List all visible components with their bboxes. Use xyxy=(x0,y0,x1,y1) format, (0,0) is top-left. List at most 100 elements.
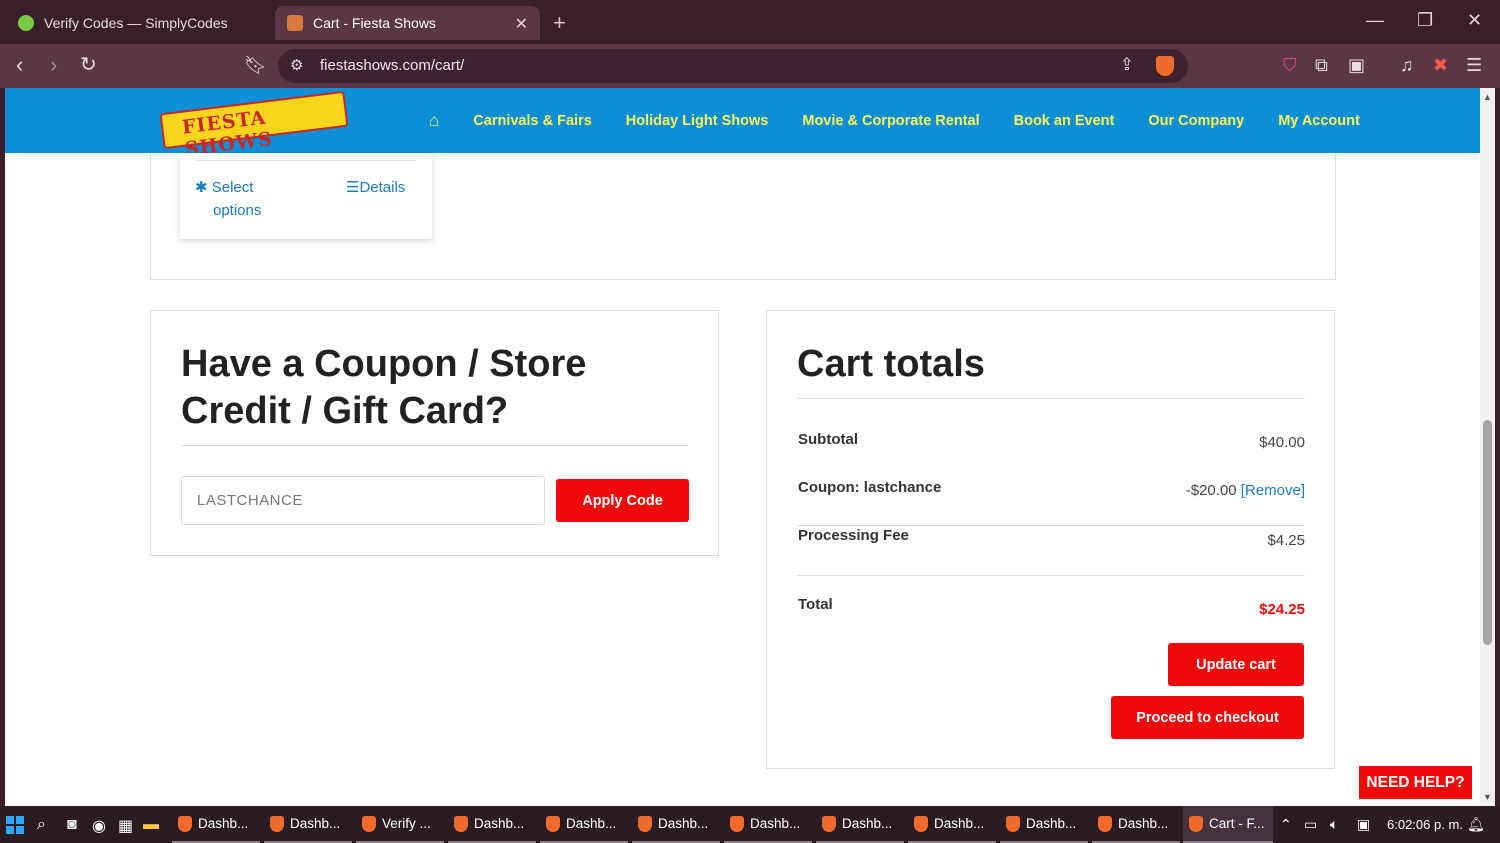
site-settings-icon[interactable]: ⚙ xyxy=(290,56,303,74)
update-cart-button[interactable]: Update cart xyxy=(1168,643,1304,686)
nav-book-an-event[interactable]: Book an Event xyxy=(1014,113,1115,129)
notifications-icon[interactable]: 🔔︎ xyxy=(1467,816,1485,833)
taskbar-item[interactable]: Verify ... xyxy=(356,806,444,843)
browser-toolbar: ‹ › ↻ 🔖︎ ⚙ fiestashows.com/cart/ ⇪ ⛉ ⧉ ▣… xyxy=(0,44,1500,88)
select-label: Select xyxy=(211,179,254,196)
bookmark-icon[interactable]: 🔖︎ xyxy=(244,53,267,77)
gear-icon: ✱ xyxy=(195,179,208,196)
scroll-up-icon[interactable]: ▲ xyxy=(1483,92,1492,102)
taskbar-item[interactable]: Dashb... xyxy=(1092,806,1180,843)
details-label: Details xyxy=(359,179,406,196)
brave-icon xyxy=(638,815,652,832)
nav-carnivals-fairs[interactable]: Carnivals & Fairs xyxy=(473,113,591,129)
tab-cart[interactable]: Cart - Fiesta Shows ✕ xyxy=(275,6,540,40)
forward-icon[interactable]: › xyxy=(50,53,57,77)
taskbar-item-label: Verify ... xyxy=(382,816,431,831)
minimize-icon[interactable]: — xyxy=(1366,10,1384,31)
wallet-icon[interactable]: ▣ xyxy=(1348,55,1365,76)
nav-holiday-light-shows[interactable]: Holiday Light Shows xyxy=(626,113,769,129)
home-icon[interactable]: ⌂ xyxy=(429,111,439,131)
extensions-icon[interactable]: ⧉ xyxy=(1315,55,1328,76)
coupon-discount-value: -$20.00 xyxy=(1185,482,1237,499)
extension-x-icon[interactable]: ✖ xyxy=(1433,55,1448,76)
camera-icon[interactable]: ◙ xyxy=(67,816,77,834)
tab-verify-codes[interactable]: Verify Codes — SimplyCodes xyxy=(8,6,270,40)
reload-icon[interactable]: ↻ xyxy=(80,53,97,77)
nav-movie-corporate-rental[interactable]: Movie & Corporate Rental xyxy=(802,113,979,129)
restore-icon[interactable]: ❐ xyxy=(1417,10,1433,31)
fiesta-shows-logo[interactable]: FIESTA SHOWS xyxy=(153,90,358,160)
total-label: Total xyxy=(798,596,833,613)
coupon-code-input[interactable] xyxy=(181,476,545,525)
brave-icon xyxy=(454,815,468,832)
taskbar-item-label: Dashb... xyxy=(750,816,801,831)
select-options-link[interactable]: ✱ Select xyxy=(195,176,253,199)
taskbar-item[interactable]: Dashb... xyxy=(908,806,996,843)
taskbar-item-active[interactable]: Cart - F... xyxy=(1183,806,1273,843)
nav-my-account[interactable]: My Account xyxy=(1278,113,1360,129)
taskbar-item[interactable]: Dashb... xyxy=(448,806,536,843)
details-link[interactable]: ☰Details xyxy=(346,176,405,199)
brave-icon xyxy=(1098,815,1112,832)
nav-our-company[interactable]: Our Company xyxy=(1148,113,1244,129)
need-help-button[interactable]: NEED HELP? xyxy=(1357,764,1474,801)
display-icon[interactable]: ▣ xyxy=(1357,816,1370,833)
taskbar-item-label: Dashb... xyxy=(842,816,893,831)
subtotal-label: Subtotal xyxy=(798,431,858,448)
tray-chevron-icon[interactable]: ⌃ xyxy=(1280,816,1292,833)
vpn-shield-icon[interactable]: ⛉ xyxy=(1283,55,1297,76)
tab-title: Cart - Fiesta Shows xyxy=(313,15,436,31)
brave-icon xyxy=(1006,815,1020,832)
media-icon[interactable]: ♫ xyxy=(1400,55,1414,76)
menu-icon[interactable]: ☰ xyxy=(1466,55,1482,76)
brave-shields-icon[interactable] xyxy=(1156,56,1174,76)
browser-pin-icon[interactable]: ◉ xyxy=(92,816,106,836)
cart-totals-box: Cart totals Subtotal $40.00 Coupon: last… xyxy=(766,310,1335,769)
calculator-icon[interactable]: ▦ xyxy=(118,816,133,836)
file-explorer-icon[interactable]: ▬ xyxy=(143,816,159,834)
remove-coupon-link[interactable]: [Remove] xyxy=(1241,482,1305,499)
coupon-divider xyxy=(181,445,689,446)
site-header: FIESTA SHOWS ⌂ Carnivals & Fairs Holiday… xyxy=(5,88,1480,160)
brave-icon xyxy=(822,815,836,832)
windows-start-icon[interactable] xyxy=(6,816,24,834)
main-nav: ⌂ Carnivals & Fairs Holiday Light Shows … xyxy=(429,111,1394,131)
taskbar-item-label: Dashb... xyxy=(934,816,985,831)
coupon-label: Coupon: lastchance xyxy=(798,479,942,496)
apply-code-button[interactable]: Apply Code xyxy=(556,479,689,522)
page-scrollbar[interactable]: ▲ ▼ xyxy=(1480,88,1495,806)
new-tab-icon[interactable]: + xyxy=(553,10,566,36)
back-icon[interactable]: ‹ xyxy=(16,53,23,77)
close-window-icon[interactable]: ✕ xyxy=(1467,10,1482,31)
taskbar-item-label: Dashb... xyxy=(566,816,617,831)
taskbar-item[interactable]: Dashb... xyxy=(172,806,260,843)
total-value: $24.25 xyxy=(1259,601,1305,618)
logo-text: FIESTA SHOWS xyxy=(180,106,274,161)
taskbar-item-label: Dashb... xyxy=(658,816,709,831)
network-icon[interactable]: ▭ xyxy=(1304,816,1317,833)
share-icon[interactable]: ⇪ xyxy=(1120,55,1134,75)
taskbar-item[interactable]: Dashb... xyxy=(632,806,720,843)
scroll-thumb[interactable] xyxy=(1483,420,1492,645)
taskbar-item[interactable]: Dashb... xyxy=(540,806,628,843)
coupon-box: Have a Coupon / Store Credit / Gift Card… xyxy=(150,310,719,556)
scroll-down-icon[interactable]: ▼ xyxy=(1483,792,1492,802)
search-icon[interactable]: ⌕ xyxy=(37,816,46,834)
select-options-label-2[interactable]: options xyxy=(213,199,261,222)
volume-icon[interactable]: 🔈︎ xyxy=(1330,816,1338,833)
url-text[interactable]: fiestashows.com/cart/ xyxy=(320,57,464,74)
taskbar-item[interactable]: Dashb... xyxy=(724,806,812,843)
address-bar[interactable]: ⚙ fiestashows.com/cart/ ⇪ xyxy=(278,49,1188,83)
list-icon: ☰ xyxy=(346,179,360,196)
close-tab-icon[interactable]: ✕ xyxy=(515,14,528,34)
windows-taskbar: ⌕ ◙ ◉ ▦ ▬ Dashb... Dashb... Verify ... D… xyxy=(0,806,1500,843)
taskbar-item[interactable]: Dashb... xyxy=(1000,806,1088,843)
proceed-to-checkout-button[interactable]: Proceed to checkout xyxy=(1111,696,1304,739)
taskbar-item[interactable]: Dashb... xyxy=(264,806,352,843)
taskbar-item[interactable]: Dashb... xyxy=(816,806,904,843)
clock[interactable]: 6:02:06 p. m. xyxy=(1387,817,1463,832)
taskbar-item-label: Dashb... xyxy=(1026,816,1077,831)
taskbar-item-label: Dashb... xyxy=(198,816,249,831)
brave-icon xyxy=(1189,815,1203,832)
brave-icon xyxy=(178,815,192,832)
